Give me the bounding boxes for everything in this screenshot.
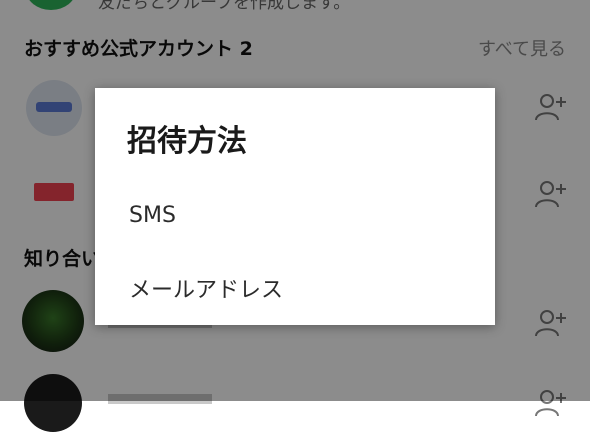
option-email[interactable]: メールアドレス [95,255,495,315]
dialog-title: 招待方法 [127,124,247,159]
option-sms-label: SMS [129,203,176,228]
invite-method-dialog: 招待方法 SMS メールアドレス [95,88,495,325]
option-email-label: メールアドレス [129,278,284,303]
option-sms[interactable]: SMS [95,186,495,246]
